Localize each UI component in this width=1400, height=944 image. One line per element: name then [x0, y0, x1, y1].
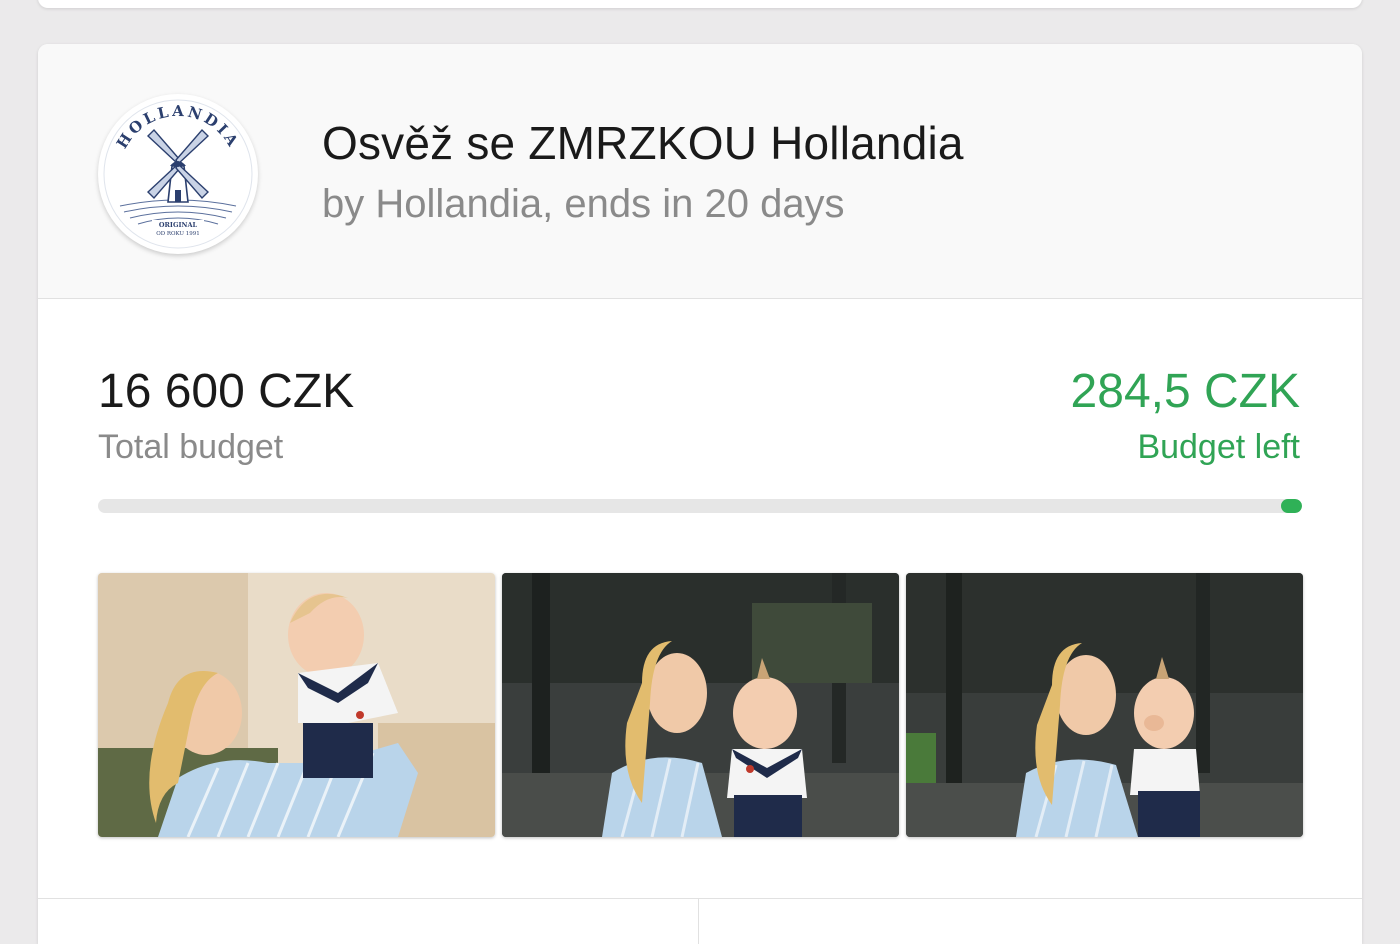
campaign-card[interactable]: HOLLANDIA ORIGINAL OD ROKU 1991 Osvěž se… — [38, 44, 1362, 944]
campaign-header[interactable]: HOLLANDIA ORIGINAL OD ROKU 1991 Osvěž se… — [38, 44, 1362, 299]
campaign-title: Osvěž se ZMRZKOU Hollandia — [322, 117, 964, 169]
total-budget-label: Total budget — [98, 428, 284, 466]
budget-progress-fill — [1281, 499, 1302, 513]
campaign-photo-3[interactable] — [906, 573, 1303, 837]
campaign-photo-2[interactable] — [502, 573, 899, 837]
campaign-subtitle: by Hollandia, ends in 20 days — [322, 182, 845, 226]
previous-card — [38, 0, 1362, 8]
total-budget-value: 16 600 CZK — [98, 365, 355, 418]
hollandia-logo-icon: HOLLANDIA ORIGINAL OD ROKU 1991 — [98, 94, 258, 254]
photo-mother-holding-baby-icon — [502, 573, 899, 837]
footer-divider — [38, 898, 1362, 899]
photo-mother-lifting-baby-icon — [98, 573, 495, 837]
budget-left-value: 284,5 CZK — [1070, 365, 1300, 418]
budget-progress-bar — [98, 499, 1302, 513]
footer-split — [698, 899, 699, 944]
svg-text:ORIGINAL: ORIGINAL — [159, 221, 198, 229]
campaign-photo-1[interactable] — [98, 573, 495, 837]
photo-mother-holding-baby-eating-icon — [906, 573, 1303, 837]
budget-left-label: Budget left — [1137, 428, 1300, 466]
svg-text:OD ROKU 1991: OD ROKU 1991 — [156, 231, 200, 237]
